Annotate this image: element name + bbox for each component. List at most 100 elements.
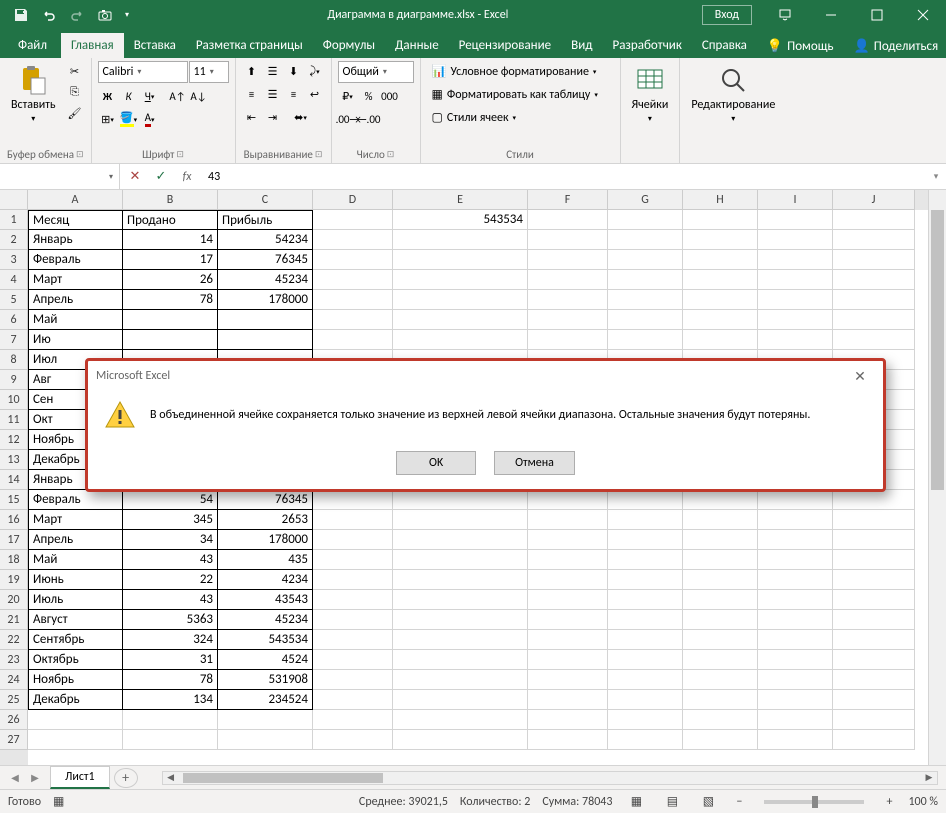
cell[interactable]: [313, 610, 393, 630]
cell[interactable]: [683, 610, 758, 630]
cell[interactable]: 5363: [123, 610, 218, 630]
cell[interactable]: 34: [123, 530, 218, 550]
cell[interactable]: [218, 710, 313, 730]
cell[interactable]: 78: [123, 670, 218, 690]
formula-input[interactable]: 43: [202, 164, 926, 189]
align-bottom-icon[interactable]: ⬇: [284, 61, 304, 81]
cell[interactable]: [608, 230, 683, 250]
cell[interactable]: [123, 730, 218, 750]
cell[interactable]: [393, 310, 528, 330]
cell[interactable]: [758, 730, 833, 750]
cell[interactable]: [758, 510, 833, 530]
align-left-icon[interactable]: ≡: [242, 84, 262, 104]
cell[interactable]: [313, 710, 393, 730]
cell[interactable]: [608, 650, 683, 670]
column-header[interactable]: E: [393, 190, 528, 210]
tab-view[interactable]: Вид: [561, 33, 602, 58]
cell[interactable]: [528, 650, 608, 670]
column-header[interactable]: F: [528, 190, 608, 210]
cell[interactable]: [758, 330, 833, 350]
cell[interactable]: [528, 510, 608, 530]
cell[interactable]: [608, 250, 683, 270]
cell[interactable]: Месяц: [28, 210, 123, 230]
row-header[interactable]: 18: [0, 550, 28, 570]
cell[interactable]: 435: [218, 550, 313, 570]
cell[interactable]: [313, 670, 393, 690]
align-middle-icon[interactable]: ☰: [263, 61, 283, 81]
cell[interactable]: [528, 290, 608, 310]
tab-help[interactable]: Справка: [692, 33, 757, 58]
cell[interactable]: 14: [123, 230, 218, 250]
cell[interactable]: Август: [28, 610, 123, 630]
font-size-combo[interactable]: 11▾: [189, 61, 229, 83]
conditional-formatting-button[interactable]: 📊Условное форматирование▾: [427, 61, 603, 82]
align-top-icon[interactable]: ⬆: [242, 61, 262, 81]
row-header[interactable]: 21: [0, 610, 28, 630]
cell[interactable]: [313, 270, 393, 290]
font-color-button[interactable]: A▾: [140, 109, 160, 129]
maximize-icon[interactable]: [854, 0, 900, 30]
column-header[interactable]: A: [28, 190, 123, 210]
cell[interactable]: Май: [28, 550, 123, 570]
cell[interactable]: [393, 230, 528, 250]
cell[interactable]: 45234: [218, 610, 313, 630]
cell[interactable]: 76345: [218, 250, 313, 270]
cell[interactable]: [683, 270, 758, 290]
cell[interactable]: [393, 570, 528, 590]
merge-button[interactable]: ⬌▾: [284, 107, 318, 127]
cell[interactable]: Март: [28, 510, 123, 530]
cell[interactable]: [683, 250, 758, 270]
row-header[interactable]: 15: [0, 490, 28, 510]
camera-icon[interactable]: [92, 2, 118, 28]
cell[interactable]: [393, 650, 528, 670]
cell[interactable]: [528, 710, 608, 730]
cell[interactable]: [683, 310, 758, 330]
row-header[interactable]: 11: [0, 410, 28, 430]
save-icon[interactable]: [8, 2, 34, 28]
cell[interactable]: [758, 550, 833, 570]
cell[interactable]: [683, 210, 758, 230]
cell[interactable]: Апрель: [28, 290, 123, 310]
increase-font-icon[interactable]: A↑: [168, 86, 188, 106]
cell[interactable]: Ию: [28, 330, 123, 350]
cell[interactable]: [218, 330, 313, 350]
cell[interactable]: [758, 270, 833, 290]
cell[interactable]: [833, 210, 915, 230]
redo-icon[interactable]: [64, 2, 90, 28]
row-header[interactable]: 2: [0, 230, 28, 250]
cell[interactable]: 31: [123, 650, 218, 670]
comma-icon[interactable]: 000: [380, 86, 400, 106]
cell[interactable]: [608, 550, 683, 570]
row-header[interactable]: 24: [0, 670, 28, 690]
cell[interactable]: [313, 510, 393, 530]
cell[interactable]: 78: [123, 290, 218, 310]
cell[interactable]: [28, 730, 123, 750]
cell[interactable]: [608, 290, 683, 310]
cell[interactable]: [683, 590, 758, 610]
cell[interactable]: [528, 530, 608, 550]
cell[interactable]: [833, 610, 915, 630]
row-header[interactable]: 25: [0, 690, 28, 710]
wrap-text-icon[interactable]: ↩: [305, 84, 325, 104]
cell[interactable]: [393, 690, 528, 710]
column-header[interactable]: B: [123, 190, 218, 210]
cell[interactable]: [608, 530, 683, 550]
column-header[interactable]: H: [683, 190, 758, 210]
cell[interactable]: [608, 590, 683, 610]
cell[interactable]: Июль: [28, 590, 123, 610]
cell[interactable]: [683, 690, 758, 710]
cell[interactable]: [833, 670, 915, 690]
cell[interactable]: Декабрь: [28, 690, 123, 710]
cell[interactable]: 43: [123, 590, 218, 610]
cell[interactable]: 178000: [218, 530, 313, 550]
cell[interactable]: [528, 210, 608, 230]
zoom-slider[interactable]: [764, 800, 864, 804]
login-button[interactable]: Вход: [702, 5, 752, 25]
cell[interactable]: [833, 290, 915, 310]
orientation-icon[interactable]: ⤸▾: [305, 61, 325, 81]
cancel-button[interactable]: Отмена: [494, 451, 575, 475]
cell[interactable]: [608, 630, 683, 650]
macro-record-icon[interactable]: ▦: [53, 794, 64, 809]
cell[interactable]: [608, 510, 683, 530]
cell[interactable]: [683, 550, 758, 570]
